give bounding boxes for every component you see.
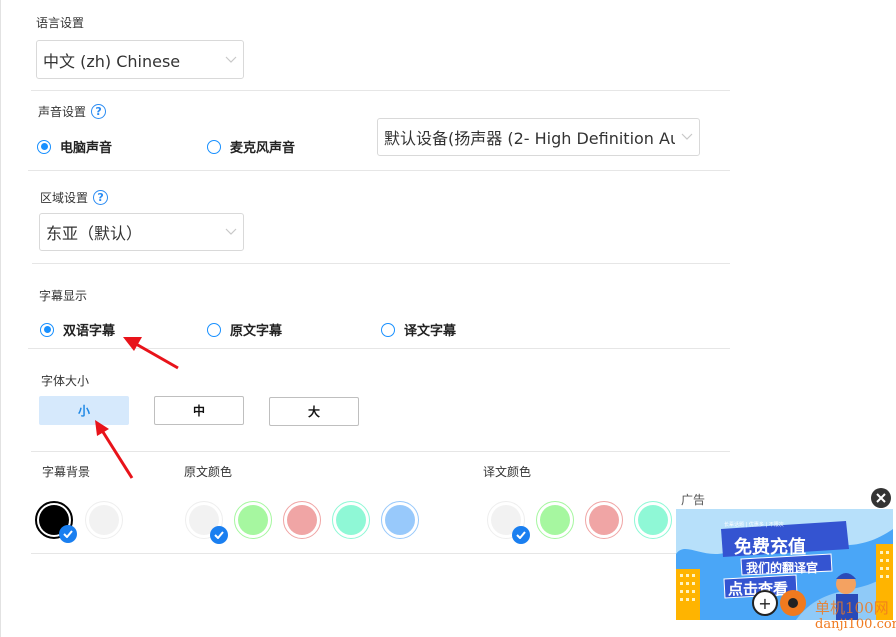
annotation-arrow: [95, 420, 134, 479]
translation-color-label: 译文颜色: [483, 465, 532, 479]
translation-color-swatch[interactable]: [585, 501, 623, 539]
watermark-text: 单机100网: [815, 599, 889, 617]
sound-device-select[interactable]: 默认设备(扬声器 (2- High Definition Au: [377, 118, 700, 156]
divider: [31, 90, 730, 91]
original-color-swatch[interactable]: [234, 501, 272, 539]
annotation-arrow: [123, 337, 179, 370]
divider: [32, 263, 730, 264]
original-color-swatch[interactable]: [332, 501, 370, 539]
ad-small-text: 长辈话题 | 优惠多 | 不限次: [724, 522, 784, 528]
original-color-label: 原文颜色: [184, 465, 233, 479]
divider: [31, 451, 730, 452]
subtitle-option-bilingual[interactable]: 双语字幕: [40, 320, 115, 339]
translation-color-swatch[interactable]: [634, 501, 672, 539]
original-color-swatch[interactable]: [185, 501, 228, 544]
ad-subline: 我们的翻译官: [746, 561, 819, 575]
subtitle-option-translation[interactable]: 译文字幕: [381, 320, 456, 339]
language-select[interactable]: 中文 (zh) Chinese: [36, 40, 244, 79]
region-select[interactable]: 东亚（默认）: [39, 213, 244, 251]
radio-unselected-icon: [381, 322, 395, 337]
region-select-value: 东亚（默认）: [46, 224, 143, 243]
record-icon: [780, 590, 806, 616]
close-circle-icon[interactable]: [871, 488, 891, 508]
subtitle-display-label: 字幕显示: [39, 289, 88, 303]
swatch-fill: [589, 505, 619, 535]
sound-label: 声音设置?: [38, 103, 107, 120]
swatch-fill: [638, 505, 668, 535]
font-size-medium-button[interactable]: 中: [154, 396, 244, 425]
swatch-fill: [540, 505, 570, 535]
radio-unselected-icon: [207, 322, 221, 337]
original-color-swatch[interactable]: [381, 501, 419, 539]
question-circle-icon[interactable]: ?: [93, 190, 109, 205]
question-circle-icon[interactable]: ?: [91, 104, 107, 119]
font-size-label: 字体大小: [41, 374, 90, 388]
sound-device-select-value: 默认设备(扬声器 (2- High Definition Au: [384, 129, 675, 148]
subtitle-option-original[interactable]: 原文字幕: [207, 320, 282, 339]
original-color-swatch[interactable]: [283, 501, 321, 539]
subtitle-option-bilingual-label: 双语字幕: [63, 324, 116, 339]
language-select-value: 中文 (zh) Chinese: [43, 51, 181, 71]
swatch-fill: [287, 505, 317, 535]
plus-icon: +: [752, 590, 778, 616]
subtitle-background-label: 字幕背景: [42, 465, 91, 479]
region-label: 区域设置?: [40, 189, 109, 206]
swatch-fill: [238, 505, 268, 535]
check-icon: [59, 525, 77, 543]
ad-headline: 免费充值: [734, 537, 806, 558]
divider: [31, 553, 676, 554]
radio-selected-icon: [37, 139, 51, 154]
divider: [28, 348, 730, 349]
subtitle-option-original-label: 原文字幕: [230, 324, 283, 339]
subtitle-background-swatch[interactable]: [35, 501, 77, 543]
watermark-logo: +: [752, 590, 806, 616]
sound-label-text: 声音设置: [38, 105, 87, 119]
sound-option-microphone[interactable]: 麦克风声音: [207, 137, 295, 156]
swatch-fill: [385, 505, 415, 535]
region-label-text: 区域设置: [40, 191, 89, 205]
swatch-fill: [336, 505, 366, 535]
sound-option-microphone-label: 麦克风声音: [230, 141, 296, 156]
subtitle-background-swatch[interactable]: [85, 501, 123, 539]
radio-unselected-icon: [207, 139, 221, 154]
left-border: [0, 0, 1, 637]
font-size-large-button[interactable]: 大: [269, 397, 359, 426]
font-size-small-button[interactable]: 小: [39, 396, 129, 425]
chevron-down-icon: [219, 41, 243, 78]
ad-label: 广告: [681, 493, 706, 507]
translation-color-swatch[interactable]: [487, 501, 530, 544]
language-label: 语言设置: [36, 16, 85, 30]
watermark-url: danji100.com: [815, 617, 896, 632]
swatch-fill: [89, 505, 119, 535]
translation-color-swatch[interactable]: [536, 501, 574, 539]
check-icon: [512, 526, 530, 544]
subtitle-option-translation-label: 译文字幕: [404, 324, 457, 339]
divider: [28, 170, 730, 171]
sound-option-computer-label: 电脑声音: [60, 141, 113, 156]
radio-selected-icon: [40, 322, 54, 337]
sound-option-computer[interactable]: 电脑声音: [37, 137, 112, 156]
check-icon: [210, 526, 228, 544]
chevron-down-icon: [675, 119, 699, 155]
chevron-down-icon: [219, 214, 243, 250]
